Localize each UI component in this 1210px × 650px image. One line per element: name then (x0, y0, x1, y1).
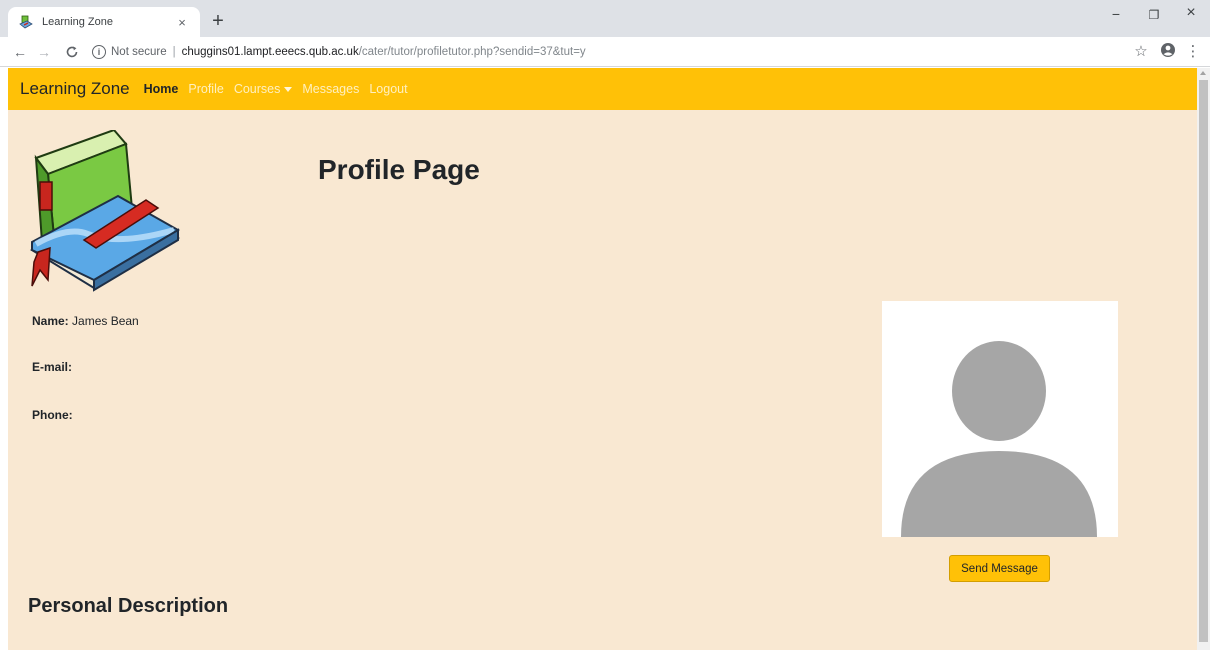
page-content: Learning Zone Home Profile Courses Messa… (8, 68, 1197, 650)
close-window-icon[interactable]: × (1176, 4, 1206, 22)
url-host: chuggins01.lampt.eeecs.qub.ac.uk (181, 46, 359, 58)
nav-link-courses-label: Courses (233, 82, 281, 96)
browser-tab[interactable]: Learning Zone × (8, 7, 200, 37)
nav-link-messages[interactable]: Messages (302, 82, 359, 96)
minimize-icon[interactable]: − (1101, 6, 1131, 22)
browser-menu-icon[interactable]: ⋮ (1183, 42, 1203, 60)
page-title: Profile Page (318, 154, 480, 185)
nav-link-courses[interactable]: Courses (234, 82, 293, 96)
scroll-up-icon[interactable] (1200, 71, 1206, 75)
books-logo-icon (28, 128, 184, 300)
email-field: E-mail: (32, 360, 72, 374)
name-label: Name: (32, 314, 69, 328)
name-field: Name: James Bean (32, 314, 139, 328)
browser-tab-strip: Learning Zone × + − ❐ × (0, 0, 1210, 37)
bookmark-star-icon[interactable]: ☆ (1131, 42, 1151, 60)
forward-icon[interactable]: → (34, 42, 54, 62)
profile-avatar (882, 301, 1118, 537)
back-icon[interactable]: ← (10, 42, 30, 62)
nav-link-profile[interactable]: Profile (188, 82, 223, 96)
email-label: E-mail: (32, 360, 73, 374)
url-path: /cater/tutor/profiletutor.php?sendid=37&… (358, 46, 586, 58)
nav-link-logout[interactable]: Logout (369, 82, 407, 96)
send-message-button[interactable]: Send Message (949, 555, 1050, 582)
browser-toolbar: ← → i Not secure | chuggins01.lampt.eeec… (0, 37, 1210, 67)
profile-icon[interactable] (1158, 42, 1178, 62)
reload-icon[interactable] (62, 42, 82, 62)
navbar-brand[interactable]: Learning Zone (20, 79, 130, 99)
tab-close-icon[interactable]: × (174, 15, 190, 30)
tab-title: Learning Zone (42, 16, 113, 28)
vertical-scrollbar[interactable] (1197, 68, 1210, 650)
info-icon[interactable]: i (92, 45, 106, 59)
security-label: Not secure (111, 46, 167, 58)
phone-field: Phone: (32, 408, 73, 422)
scrollbar-thumb[interactable] (1199, 80, 1208, 642)
restore-icon[interactable]: ❐ (1139, 8, 1169, 22)
personal-description-heading: Personal Description (28, 595, 229, 617)
book-favicon-icon (18, 14, 34, 30)
avatar-placeholder-icon (901, 341, 1097, 537)
nav-link-home[interactable]: Home (144, 82, 179, 96)
new-tab-button[interactable]: + (206, 9, 230, 33)
address-bar[interactable]: i Not secure | chuggins01.lampt.eeecs.qu… (92, 41, 1112, 63)
site-navbar: Learning Zone Home Profile Courses Messa… (8, 68, 1197, 110)
omnibox-separator: | (172, 46, 176, 58)
name-value: James Bean (72, 314, 139, 328)
phone-label: Phone: (32, 408, 73, 422)
dropdown-caret-icon (284, 87, 293, 93)
